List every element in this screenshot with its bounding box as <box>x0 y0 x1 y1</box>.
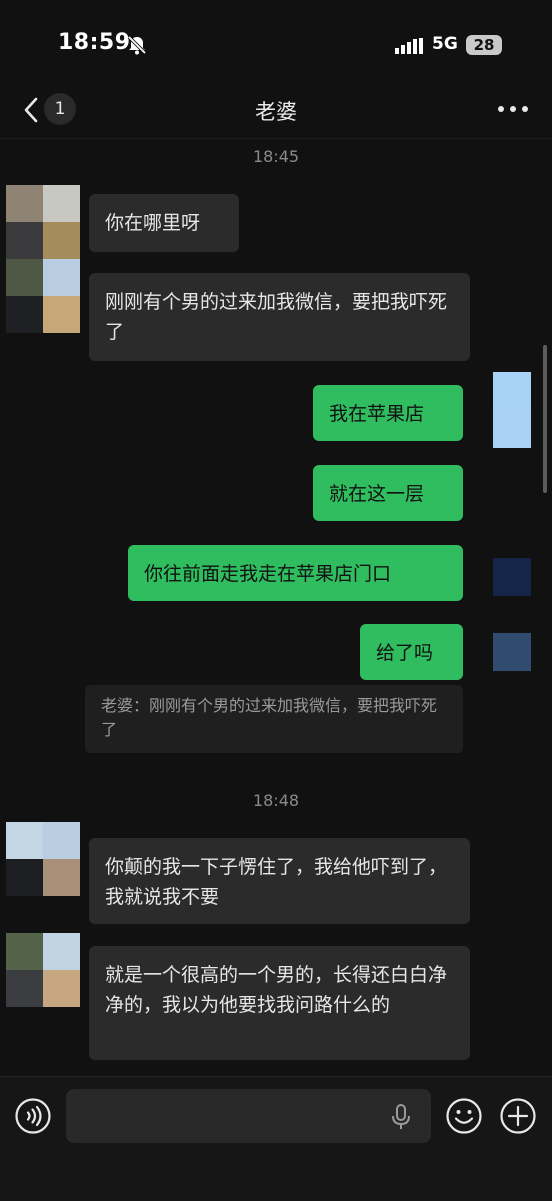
voice-icon[interactable] <box>14 1097 52 1135</box>
input-bar <box>0 1076 552 1201</box>
message-bubble[interactable]: 刚刚有个男的过来加我微信，要把我吓死了 <box>89 273 470 361</box>
emoji-icon[interactable] <box>445 1097 483 1135</box>
contact-avatar[interactable] <box>6 933 80 1007</box>
contact-avatar[interactable] <box>6 822 80 896</box>
status-time: 18:59 <box>58 30 131 55</box>
status-bar: 18:59 5G 28 <box>0 0 552 88</box>
message-bubble[interactable]: 你在哪里呀 <box>89 194 239 252</box>
plus-icon[interactable] <box>499 1097 537 1135</box>
message-bubble[interactable]: 你颠的我一下子愣住了，我给他吓到了，我就说我不要 <box>89 838 470 924</box>
quoted-message[interactable]: 老婆：刚刚有个男的过来加我微信，要把我吓死了 <box>85 685 463 753</box>
chat-header: 1 老婆 <box>0 88 552 139</box>
message-bubble[interactable]: 给了吗 <box>360 624 463 680</box>
timestamp: 18:48 <box>252 791 300 810</box>
signal-icon <box>395 38 423 54</box>
message-bubble[interactable]: 你往前面走我走在苹果店门口 <box>128 545 463 601</box>
message-input[interactable] <box>66 1089 431 1143</box>
my-avatar[interactable] <box>493 558 531 596</box>
my-avatar[interactable] <box>493 372 531 448</box>
contact-avatar[interactable] <box>6 185 80 333</box>
timestamp: 18:45 <box>252 147 300 166</box>
my-avatar[interactable] <box>493 633 531 671</box>
battery-indicator: 28 <box>466 35 502 55</box>
more-options-icon[interactable] <box>496 102 530 116</box>
network-type: 5G <box>432 34 458 54</box>
message-bubble[interactable]: 就在这一层 <box>313 465 463 521</box>
bell-muted-icon <box>127 35 147 55</box>
message-bubble[interactable]: 就是一个很高的一个男的，长得还白白净净的，我以为他要找我问路什么的 <box>89 946 470 1060</box>
scrollbar[interactable] <box>543 345 547 493</box>
mic-icon[interactable] <box>389 1104 413 1130</box>
message-bubble[interactable]: 我在苹果店 <box>313 385 463 441</box>
chat-title: 老婆 <box>255 100 297 124</box>
